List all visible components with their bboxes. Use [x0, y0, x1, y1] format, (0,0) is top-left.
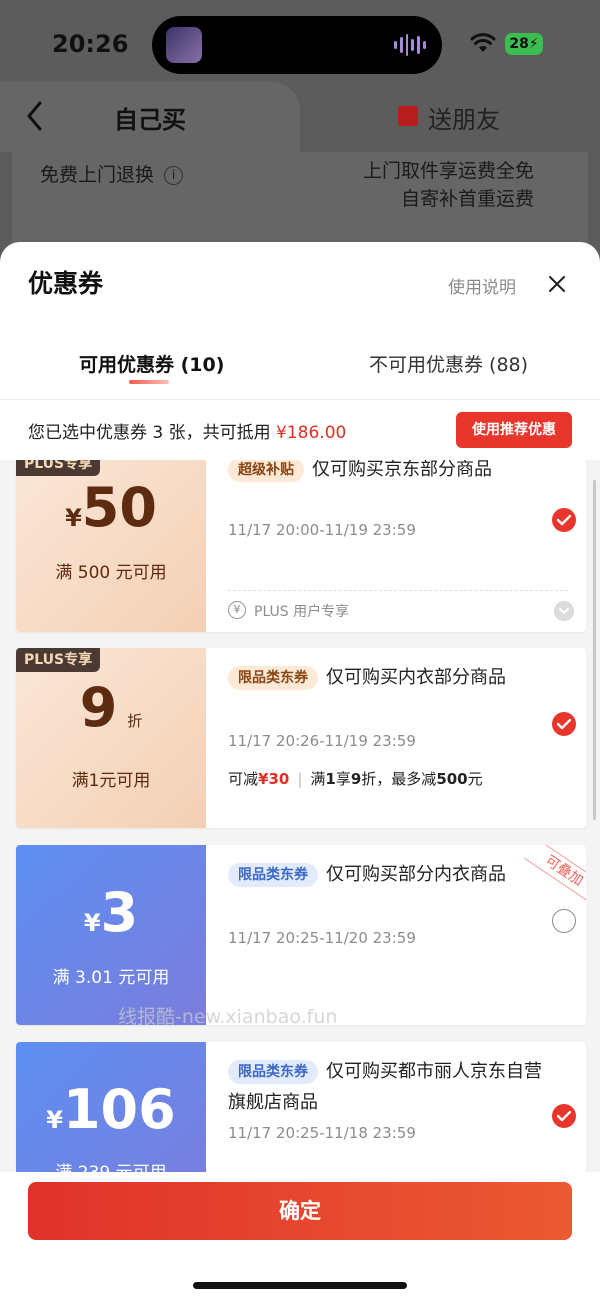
coupon-value-panel: PLUS专享 ¥50 满 500 元可用 — [16, 460, 206, 632]
selected-check-icon[interactable] — [552, 712, 576, 736]
coupon-validity: 11/17 20:26-11/19 23:59 — [228, 732, 416, 750]
sheet-title: 优惠券 — [28, 269, 104, 298]
selected-check-icon[interactable] — [552, 1104, 576, 1128]
coupon-value-panel: ¥3 满 3.01 元可用 — [16, 845, 206, 1025]
wifi-icon — [470, 33, 496, 52]
coupon-type-tag: 限品类东券 — [228, 863, 318, 887]
coupon-discount-detail: 可减¥30 | 满1享9折，最多减500元 — [228, 770, 483, 788]
unselected-radio-icon[interactable] — [552, 909, 576, 933]
status-time: 20:26 — [52, 30, 129, 58]
coupon-amount: ¥106 — [46, 1078, 176, 1141]
coupon-validity: 11/17 20:25-11/20 23:59 — [228, 929, 416, 947]
coupon-title: 限品类东券 仅可购买内衣部分商品 — [228, 662, 548, 693]
close-icon[interactable] — [545, 272, 569, 296]
coupon-condition: 满1元可用 — [71, 771, 151, 791]
info-icon[interactable]: i — [164, 166, 184, 185]
free-return-label: 免费上门退换 i — [40, 160, 184, 187]
bottom-action-bar: 确定 — [0, 1172, 600, 1300]
coupon-condition: 满 500 元可用 — [55, 563, 167, 583]
coupon-condition: 满 3.01 元可用 — [52, 968, 170, 988]
tab-available-coupons[interactable]: 可用优惠券 (10) — [79, 350, 224, 377]
coupon-detail: 限品类东券 仅可购买部分内衣商品 11/17 20:25-11/20 23:59 — [206, 845, 586, 1025]
selection-summary: 您已选中优惠券 3 张，共可抵用 ¥186.00 使用推荐优惠 — [0, 400, 600, 460]
battery-indicator: 28⚡ — [505, 33, 543, 55]
plus-exclusive-badge: PLUS专享 — [16, 460, 101, 476]
selected-check-icon[interactable] — [552, 508, 576, 532]
coupon-amount: 9折 — [79, 676, 143, 739]
plus-exclusive-badge: PLUS专享 — [16, 648, 101, 672]
status-bar: 20:26 28⚡ — [0, 0, 600, 88]
coupon-detail: 超级补贴 仅可购买京东部分商品 11/17 20:00-11/19 23:59 ¥… — [206, 460, 586, 632]
purchase-type-tabs: 自己买 送朋友 — [0, 82, 600, 152]
coupon-tabs: 可用优惠券 (10) 不可用优惠券 (88) — [0, 342, 600, 400]
active-tab-indicator — [129, 380, 169, 384]
coupon-detail: 限品类东券 仅可购买内衣部分商品 11/17 20:26-11/19 23:59 … — [206, 648, 586, 828]
tab-unavailable-coupons[interactable]: 不可用优惠券 (88) — [369, 350, 528, 377]
summary-text: 您已选中优惠券 3 张，共可抵用 ¥186.00 — [28, 423, 347, 443]
coupon-detail: 限品类东券 仅可购买都市丽人京东自营旗舰店商品 11/17 20:25-11/18… — [206, 1042, 586, 1172]
coupon-sheet: 优惠券 使用说明 可用优惠券 (10) 不可用优惠券 (88) 您已选中优惠券 … — [0, 242, 600, 1300]
watermark: 线报酷-new.xianbao.fun — [118, 1006, 338, 1028]
tab-self-label: 自己买 — [114, 106, 186, 134]
coupon-type-tag: 限品类东券 — [228, 666, 318, 690]
home-indicator[interactable] — [193, 1282, 407, 1289]
coupon-title: 限品类东券 仅可购买都市丽人京东自营旗舰店商品 — [228, 1060, 542, 1113]
coupon-validity: 11/17 20:25-11/18 23:59 — [228, 1124, 416, 1142]
chevron-down-icon[interactable] — [554, 601, 574, 621]
pickup-shipping-text: 上门取件享运费全免 — [362, 160, 534, 182]
usage-help-link[interactable]: 使用说明 — [448, 273, 516, 298]
coupon-card[interactable]: ¥106 满 239 元可用 限品类东券仅可购买都市丽人京东自营旗舰店商品 11… — [16, 1042, 586, 1172]
use-recommended-button[interactable]: 使用推荐优惠 — [456, 412, 572, 448]
coupon-footer[interactable]: ¥ PLUS 用户专享 — [228, 590, 574, 632]
plus-user-note: PLUS 用户专享 — [254, 604, 350, 620]
now-playing-artwork — [166, 27, 202, 63]
coupon-value-panel: ¥106 满 239 元可用 — [16, 1042, 206, 1172]
coupon-title: 超级补贴 仅可购买京东部分商品 — [228, 460, 548, 485]
yen-circle-icon: ¥ — [228, 601, 246, 619]
coupon-condition: 满 239 元可用 — [16, 1158, 206, 1172]
scrollbar[interactable] — [593, 480, 596, 820]
coupon-amount: ¥3 — [83, 881, 139, 944]
back-arrow-icon[interactable] — [24, 100, 46, 132]
coupon-card[interactable]: PLUS专享 9折 满1元可用 限品类东券 仅可购买内衣部分商品 11/17 20… — [16, 648, 586, 828]
coupon-type-tag: 限品类东券 — [228, 1060, 318, 1084]
gift-icon — [398, 106, 418, 126]
coupon-value-panel: PLUS专享 9折 满1元可用 — [16, 648, 206, 828]
tab-send-to-friend[interactable]: 送朋友 — [428, 100, 500, 135]
self-ship-text: 自寄补首重运费 — [400, 188, 534, 210]
coupon-validity: 11/17 20:00-11/19 23:59 — [228, 521, 416, 539]
charging-icon: ⚡ — [528, 36, 539, 52]
tab-buy-for-self[interactable]: 自己买 — [0, 82, 300, 152]
battery-level: 28 — [509, 36, 529, 52]
summary-amount: ¥186.00 — [276, 423, 347, 443]
confirm-button[interactable]: 确定 — [28, 1182, 572, 1240]
coupon-type-tag: 超级补贴 — [228, 460, 304, 482]
dynamic-island[interactable] — [152, 16, 442, 74]
coupon-card[interactable]: PLUS专享 ¥50 满 500 元可用 超级补贴 仅可购买京东部分商品 11/1… — [16, 460, 586, 632]
coupon-list[interactable]: PLUS专享 ¥50 满 500 元可用 超级补贴 仅可购买京东部分商品 11/1… — [0, 460, 600, 1172]
coupon-amount: ¥50 — [65, 476, 157, 539]
audio-wave-icon — [394, 34, 426, 56]
coupon-title: 限品类东券 仅可购买部分内衣商品 — [228, 859, 548, 890]
coupon-card[interactable]: ¥3 满 3.01 元可用 限品类东券 仅可购买部分内衣商品 11/17 20:2… — [16, 845, 586, 1025]
